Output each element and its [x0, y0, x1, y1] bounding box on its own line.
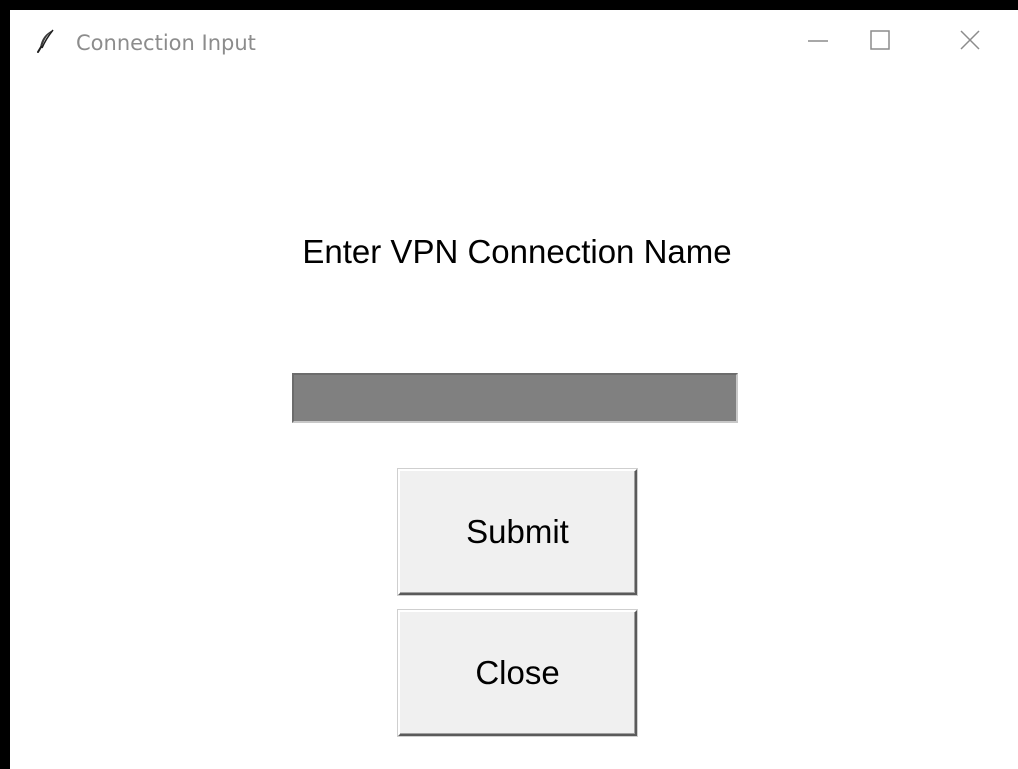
app-window: Connection Input Enter VPN Connection Na… [10, 10, 1018, 769]
close-icon [958, 28, 982, 57]
window-title: Connection Input [76, 31, 256, 55]
connection-name-input[interactable] [292, 373, 738, 423]
close-button[interactable]: Close [398, 610, 637, 736]
feather-icon [36, 29, 56, 53]
title-bar[interactable]: Connection Input [10, 10, 1018, 76]
maximize-icon [868, 28, 892, 57]
close-window-button[interactable] [952, 24, 988, 60]
minimize-icon [806, 28, 830, 57]
dialog-content: Enter VPN Connection Name Submit Close [10, 76, 1018, 769]
minimize-button[interactable] [800, 24, 836, 60]
submit-button[interactable]: Submit [398, 469, 637, 595]
maximize-button[interactable] [862, 24, 898, 60]
prompt-label: Enter VPN Connection Name [302, 233, 732, 270]
